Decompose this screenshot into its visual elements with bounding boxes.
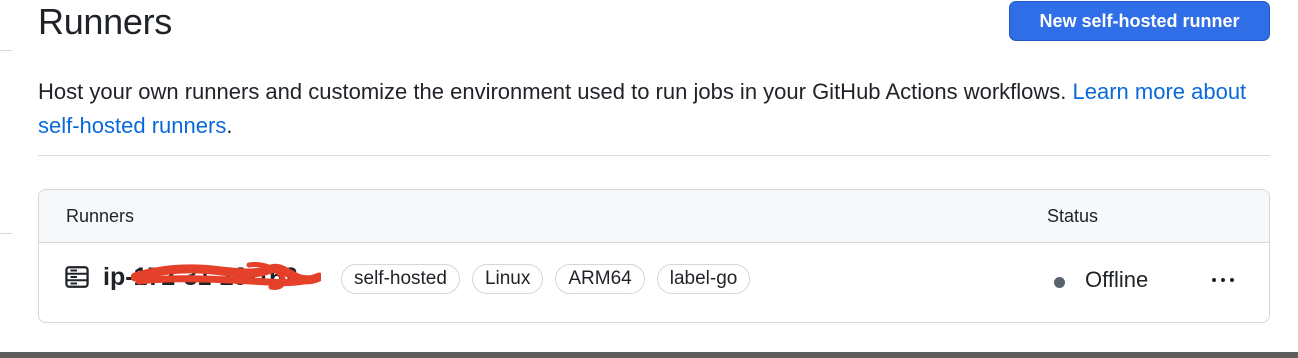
runner-label: Linux — [471, 264, 544, 294]
window-bottom-edge — [0, 352, 1298, 358]
runners-table-header: Runners Status — [39, 190, 1269, 243]
kebab-dot — [1230, 278, 1234, 282]
status-dot-icon — [1054, 277, 1065, 288]
sidebar-edge — [0, 50, 12, 51]
runners-settings-page: Runners New self-hosted runner Host your… — [0, 0, 1298, 358]
kebab-dot — [1221, 278, 1225, 282]
description-suffix: . — [226, 113, 233, 138]
page-title: Runners — [38, 1, 172, 42]
runner-options-button[interactable] — [1205, 265, 1241, 295]
description-text: Host your own runners and customize the … — [38, 79, 1073, 104]
runner-label: ARM64 — [555, 264, 645, 294]
server-icon — [65, 266, 89, 288]
sidebar-edge — [0, 233, 12, 234]
runner-labels: self-hosted Linux ARM64 label-go — [341, 264, 751, 294]
runner-label: self-hosted — [341, 264, 460, 294]
runners-table: Runners Status ip-172-31-29-162 self-hos… — [38, 189, 1270, 323]
runner-name-link[interactable]: ip-172-31-29-162 — [103, 263, 298, 292]
column-header-status: Status — [1047, 206, 1099, 226]
kebab-dot — [1212, 278, 1216, 282]
runner-label: label-go — [656, 264, 751, 294]
page-description: Host your own runners and customize the … — [38, 75, 1270, 143]
column-header-runners: Runners — [66, 206, 135, 226]
new-self-hosted-runner-button[interactable]: New self-hosted runner — [1009, 1, 1270, 41]
runner-row: ip-172-31-29-162 self-hosted Linux ARM64… — [39, 243, 1269, 322]
runner-status: Offline — [1085, 267, 1149, 292]
divider — [38, 155, 1270, 156]
